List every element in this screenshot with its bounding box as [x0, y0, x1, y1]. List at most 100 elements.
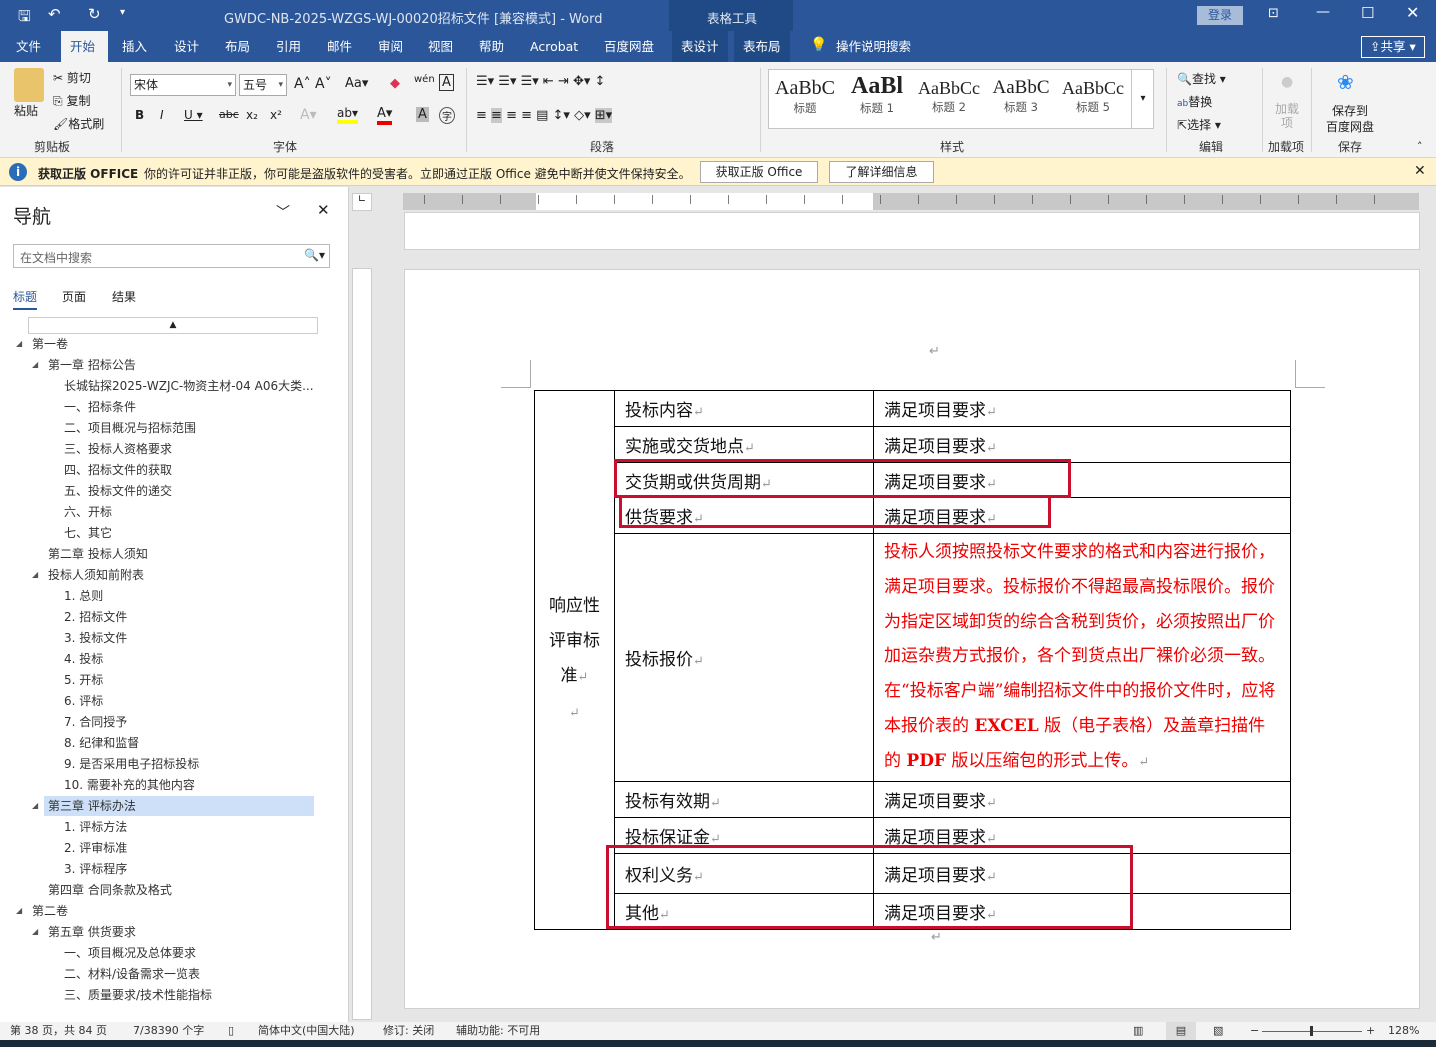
nav-heading-item[interactable]: 三、投标人资格要求	[60, 439, 330, 459]
nav-heading-item[interactable]: 8. 纪律和监督	[60, 733, 330, 753]
tab-layout[interactable]: 布局	[216, 31, 259, 62]
tab-references[interactable]: 引用	[267, 31, 310, 62]
phonetic-guide-icon[interactable]: wén	[414, 74, 435, 85]
nav-heading-item[interactable]: ◢ 投标人须知前附表	[32, 565, 314, 585]
tab-review[interactable]: 审阅	[369, 31, 412, 62]
tab-table-layout[interactable]: 表布局	[734, 31, 790, 62]
expand-triangle-icon[interactable]: ◢	[32, 355, 38, 375]
tab-acrobat[interactable]: Acrobat	[521, 31, 587, 62]
criterion-cell[interactable]: 投标有效期↵	[614, 780, 874, 818]
nav-close-icon[interactable]: ✕	[317, 201, 330, 219]
nav-heading-item[interactable]: 四、招标文件的获取	[60, 460, 330, 480]
format-painter-button[interactable]: 🖌格式刷	[53, 115, 104, 132]
get-genuine-office-button[interactable]: 获取正版 Office	[700, 161, 818, 183]
nav-search-input[interactable]: 在文档中搜索 🔍▾	[13, 244, 330, 268]
criterion-cell[interactable]: 投标内容↵	[614, 390, 874, 427]
clear-format-icon[interactable]: ◆	[390, 76, 400, 91]
maximize-icon[interactable]: ☐	[1361, 4, 1374, 22]
nav-heading-item[interactable]: 六、开标	[60, 502, 330, 522]
superscript-button[interactable]: x²	[270, 108, 282, 122]
nav-heading-item[interactable]: 9. 是否采用电子招标投标	[60, 754, 330, 774]
style-heading-3[interactable]: AaBbC 标题 3	[985, 70, 1057, 128]
expand-triangle-icon[interactable]: ◢	[32, 796, 38, 816]
nav-tab-headings[interactable]: 标题	[13, 288, 38, 310]
word-count[interactable]: 7/38390 个字	[133, 1022, 204, 1040]
nav-heading-item[interactable]: 一、项目概况及总体要求	[60, 943, 330, 963]
tab-view[interactable]: 视图	[419, 31, 462, 62]
highlight-icon[interactable]: ab▾	[337, 106, 358, 124]
zoom-in-icon[interactable]: +	[1366, 1022, 1375, 1040]
nav-heading-item[interactable]: 4. 投标	[60, 649, 330, 669]
criterion-cell[interactable]: 投标报价↵	[614, 533, 874, 782]
tab-design[interactable]: 设计	[165, 31, 208, 62]
nav-heading-item[interactable]: 1. 评标方法	[60, 817, 330, 837]
nav-heading-item[interactable]: 2. 评审标准	[60, 838, 330, 858]
nav-heading-item[interactable]: 五、投标文件的递交	[60, 481, 330, 501]
nav-scroll-up-icon[interactable]: ▲	[28, 317, 318, 334]
close-icon[interactable]: ✕	[1406, 3, 1419, 22]
nav-heading-item[interactable]: 6. 评标	[60, 691, 330, 711]
nav-heading-item[interactable]: 长城钻探2025-WZJC-物资主材-04 A06大类...	[60, 376, 330, 396]
nav-heading-item[interactable]: 二、材料/设备需求一览表	[60, 964, 330, 984]
nav-tab-pages[interactable]: 页面	[62, 288, 86, 305]
nav-heading-item[interactable]: 10. 需要补充的其他内容	[60, 775, 330, 795]
expand-triangle-icon[interactable]: ◢	[32, 922, 38, 942]
align-icons[interactable]: ≡ ≡ ≡ ≡ ▤ ↕▾ ◇▾ ⊞▾	[476, 108, 613, 123]
nav-options-icon[interactable]: ﹀	[276, 202, 290, 222]
select-button[interactable]: ⇱选择 ▾	[1177, 116, 1221, 133]
learn-more-button[interactable]: 了解详细信息	[829, 161, 934, 183]
style-heading-1[interactable]: AaBl 标题 1	[841, 70, 913, 128]
copy-button[interactable]: ⎘ 复制	[53, 92, 90, 109]
nav-heading-item[interactable]: ◢ 第一章 招标公告	[32, 355, 314, 375]
undo-icon[interactable]: ↶	[48, 5, 61, 23]
bold-button[interactable]: B	[135, 108, 144, 122]
strikethrough-button[interactable]: abc	[219, 108, 239, 121]
collapse-ribbon-icon[interactable]: ˄	[1417, 140, 1423, 153]
tab-help[interactable]: 帮助	[470, 31, 513, 62]
nav-heading-item[interactable]: 三、质量要求/技术性能指标	[60, 985, 330, 1005]
web-layout-icon[interactable]: ▧	[1213, 1022, 1223, 1040]
addins-button[interactable]: 加载项	[1275, 102, 1299, 130]
save-to-baidu-line1[interactable]: 保存到	[1332, 102, 1368, 119]
nav-heading-item[interactable]: 2. 招标文件	[60, 607, 330, 627]
paste-button[interactable]: 粘贴	[14, 102, 38, 119]
nav-heading-item[interactable]: 7. 合同授予	[60, 712, 330, 732]
nav-heading-item[interactable]: 1. 总则	[60, 586, 330, 606]
nav-heading-item[interactable]: 二、项目概况与招标范围	[60, 418, 330, 438]
requirement-cell[interactable]: 满足项目要求↵	[873, 390, 1291, 427]
price-requirement-cell[interactable]: 投标人须按照投标文件要求的格式和内容进行报价，满足项目要求。投标报价不得超最高投…	[873, 533, 1291, 782]
char-shading-icon[interactable]: A	[416, 107, 429, 122]
expand-triangle-icon[interactable]: ◢	[16, 901, 22, 921]
style-heading-5[interactable]: AaBbCc 标题 5	[1057, 70, 1129, 128]
enclose-char-icon[interactable]: 字	[439, 107, 455, 124]
nav-heading-item[interactable]: 七、其它	[60, 523, 330, 543]
underline-button[interactable]: U ▾	[184, 108, 203, 122]
save-icon[interactable]: 🖫	[18, 6, 31, 31]
nav-heading-item[interactable]: 3. 投标文件	[60, 628, 330, 648]
nav-heading-item[interactable]: 第二章 投标人须知	[44, 544, 314, 564]
nav-heading-item[interactable]: ◢ 第二卷	[16, 901, 298, 921]
expand-triangle-icon[interactable]: ◢	[32, 565, 38, 585]
zoom-slider-thumb[interactable]	[1310, 1026, 1313, 1036]
proofing-icon[interactable]: ▯	[228, 1022, 234, 1040]
tab-selector[interactable]: ∟	[352, 193, 372, 211]
tab-table-design[interactable]: 表设计	[672, 31, 728, 62]
print-layout-icon[interactable]: ▤	[1166, 1022, 1196, 1040]
tab-baidu[interactable]: 百度网盘	[595, 31, 663, 62]
share-button[interactable]: ⇪共享 ▾	[1361, 36, 1425, 58]
nav-heading-item[interactable]: 第四章 合同条款及格式	[44, 880, 314, 900]
tab-mailings[interactable]: 邮件	[318, 31, 361, 62]
zoom-out-icon[interactable]: −	[1250, 1022, 1259, 1040]
page-count[interactable]: 第 38 页，共 84 页	[10, 1022, 107, 1040]
cut-button[interactable]: ✂ 剪切	[53, 69, 91, 86]
login-button[interactable]: 登录	[1197, 6, 1243, 25]
minimize-icon[interactable]: —	[1316, 4, 1330, 20]
redo-icon[interactable]: ↻	[88, 5, 101, 23]
italic-button[interactable]: I	[160, 108, 164, 122]
tab-home[interactable]: 开始	[61, 31, 108, 62]
nav-heading-item[interactable]: 一、招标条件	[60, 397, 330, 417]
nav-heading-item[interactable]: 3. 评标程序	[60, 859, 330, 879]
find-button[interactable]: 🔍查找 ▾	[1177, 70, 1226, 87]
search-icon[interactable]: 🔍▾	[304, 248, 325, 262]
criterion-cell[interactable]: 实施或交货地点↵	[614, 426, 874, 463]
